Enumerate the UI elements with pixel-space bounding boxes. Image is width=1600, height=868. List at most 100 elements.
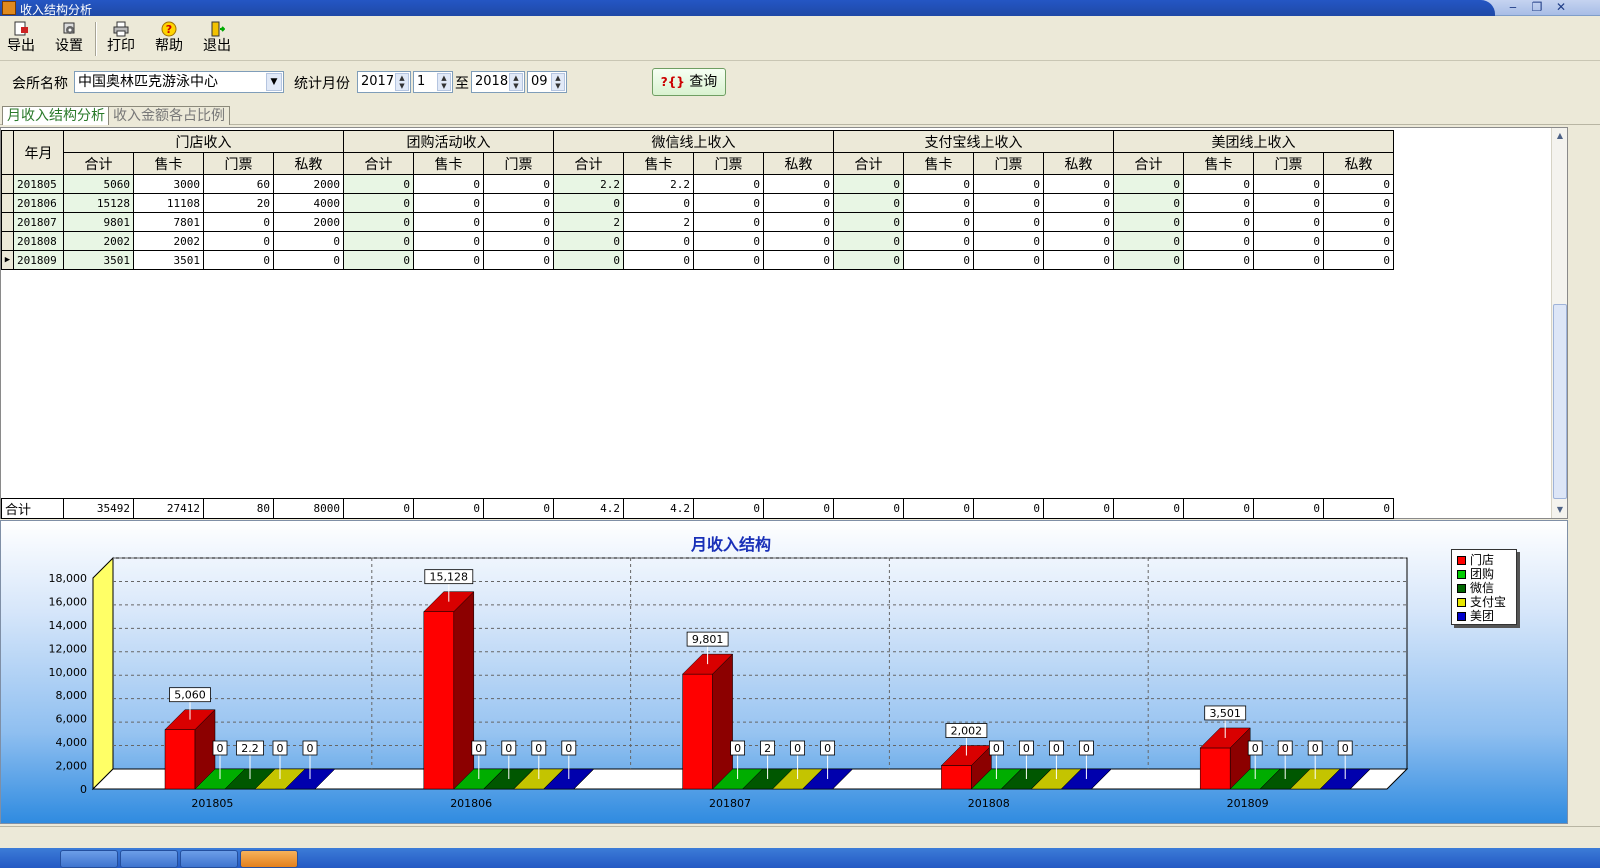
table-row[interactable]: 201807 9801 7801 0 2000 0 0 0 2 2 0 0 0 0 0 0 0 0 0 0 (1, 212, 1394, 232)
value-cell[interactable]: 0 (833, 174, 904, 194)
row-indicator[interactable] (1, 212, 14, 232)
value-cell[interactable]: 0 (973, 174, 1044, 194)
value-cell[interactable]: 0 (413, 193, 484, 213)
value-cell[interactable]: 11108 (133, 193, 204, 213)
value-cell[interactable]: 0 (413, 212, 484, 232)
value-cell[interactable]: 0 (833, 250, 904, 270)
value-cell[interactable]: 0 (1113, 174, 1184, 194)
value-cell[interactable]: 0 (693, 193, 764, 213)
value-cell[interactable]: 0 (763, 174, 834, 194)
value-cell[interactable]: 0 (903, 231, 974, 251)
value-cell[interactable]: 0 (763, 250, 834, 270)
value-cell[interactable]: 0 (1043, 193, 1114, 213)
taskbar-button[interactable] (180, 850, 238, 868)
scroll-up-icon[interactable]: ▲ (1554, 130, 1566, 142)
value-cell[interactable]: 0 (1183, 231, 1254, 251)
value-cell[interactable]: 0 (1043, 250, 1114, 270)
value-cell[interactable]: 20 (203, 193, 274, 213)
year-month-cell[interactable]: 201807 (13, 212, 64, 232)
value-cell[interactable]: 0 (1323, 174, 1394, 194)
value-cell[interactable]: 0 (693, 231, 764, 251)
value-cell[interactable]: 0 (763, 231, 834, 251)
taskbar-button-active[interactable] (240, 850, 298, 868)
from-month-spinner[interactable]: 1 ▲ ▼ (413, 71, 453, 93)
restore-button[interactable]: ❐ (1526, 0, 1548, 15)
spin-updown-icon[interactable]: ▲ ▼ (437, 73, 451, 91)
value-cell[interactable]: 0 (413, 250, 484, 270)
value-cell[interactable]: 0 (1043, 231, 1114, 251)
tab-monthly-structure[interactable]: 月收入结构分析 (2, 106, 110, 125)
value-cell[interactable]: 0 (413, 231, 484, 251)
year-month-cell[interactable]: 201809 (13, 250, 64, 270)
row-indicator[interactable] (1, 231, 14, 251)
taskbar-button[interactable] (120, 850, 178, 868)
value-cell[interactable]: 0 (1183, 174, 1254, 194)
scroll-down-icon[interactable]: ▼ (1554, 504, 1566, 516)
close-button[interactable]: ✕ (1550, 0, 1572, 15)
spin-updown-icon[interactable]: ▲ ▼ (509, 73, 523, 91)
value-cell[interactable]: 0 (973, 231, 1044, 251)
value-cell[interactable]: 0 (1253, 250, 1324, 270)
value-cell[interactable]: 0 (1113, 193, 1184, 213)
from-year-spinner[interactable]: 2017 ▲ ▼ (357, 71, 411, 93)
year-month-cell[interactable]: 201805 (13, 174, 64, 194)
value-cell[interactable]: 2002 (63, 231, 134, 251)
value-cell[interactable]: 0 (833, 193, 904, 213)
table-row[interactable]: 201805 5060 3000 60 2000 0 0 0 2.2 2.2 0 0 0 0 0 0 0 0 0 0 (1, 174, 1394, 194)
value-cell[interactable]: 0 (973, 193, 1044, 213)
value-cell[interactable]: 2002 (133, 231, 204, 251)
value-cell[interactable]: 2000 (273, 174, 344, 194)
table-row[interactable]: ▶ 201809 3501 3501 0 0 0 0 0 0 0 0 0 0 0 0 0 0 0 0 0 (1, 250, 1394, 270)
value-cell[interactable]: 0 (413, 174, 484, 194)
value-cell[interactable]: 0 (1043, 212, 1114, 232)
chevron-down-icon[interactable]: ▼ (266, 73, 282, 91)
value-cell[interactable]: 0 (1253, 212, 1324, 232)
row-indicator[interactable] (1, 193, 14, 213)
query-button[interactable]: ?{} 查询 (652, 68, 726, 96)
row-indicator[interactable]: ▶ (1, 250, 14, 270)
print-button[interactable]: 打印 (100, 21, 142, 59)
settings-button[interactable]: 设置 (48, 21, 90, 59)
value-cell[interactable]: 2000 (273, 212, 344, 232)
value-cell[interactable]: 0 (483, 212, 554, 232)
minimize-button[interactable]: ‒ (1502, 0, 1524, 15)
value-cell[interactable]: 0 (483, 193, 554, 213)
value-cell[interactable]: 0 (693, 174, 764, 194)
value-cell[interactable]: 0 (483, 174, 554, 194)
value-cell[interactable]: 0 (273, 231, 344, 251)
value-cell[interactable]: 2 (623, 212, 694, 232)
value-cell[interactable]: 0 (1113, 231, 1184, 251)
value-cell[interactable]: 0 (1043, 174, 1114, 194)
value-cell[interactable]: 0 (343, 250, 414, 270)
value-cell[interactable]: 0 (1253, 231, 1324, 251)
value-cell[interactable]: 0 (1183, 212, 1254, 232)
value-cell[interactable]: 0 (763, 193, 834, 213)
value-cell[interactable]: 0 (343, 174, 414, 194)
value-cell[interactable]: 0 (553, 231, 624, 251)
year-month-cell[interactable]: 201806 (13, 193, 64, 213)
table-row[interactable]: 201808 2002 2002 0 0 0 0 0 0 0 0 0 0 0 0 0 0 0 0 0 (1, 231, 1394, 251)
value-cell[interactable]: 0 (903, 250, 974, 270)
value-cell[interactable]: 0 (833, 231, 904, 251)
club-name-select[interactable]: 中国奥林匹克游泳中心 ▼ (74, 71, 284, 93)
value-cell[interactable]: 0 (1183, 250, 1254, 270)
value-cell[interactable]: 0 (973, 250, 1044, 270)
value-cell[interactable]: 0 (903, 174, 974, 194)
value-cell[interactable]: 2 (553, 212, 624, 232)
exit-button[interactable]: 退出 (196, 21, 238, 59)
spin-updown-icon[interactable]: ▲ ▼ (395, 73, 409, 91)
value-cell[interactable]: 0 (903, 212, 974, 232)
value-cell[interactable]: 0 (553, 193, 624, 213)
value-cell[interactable]: 3501 (133, 250, 204, 270)
value-cell[interactable]: 0 (1323, 250, 1394, 270)
value-cell[interactable]: 5060 (63, 174, 134, 194)
year-month-cell[interactable]: 201808 (13, 231, 64, 251)
value-cell[interactable]: 0 (553, 250, 624, 270)
value-cell[interactable]: 0 (763, 212, 834, 232)
value-cell[interactable]: 0 (903, 193, 974, 213)
spin-updown-icon[interactable]: ▲ ▼ (551, 73, 565, 91)
value-cell[interactable]: 0 (1113, 212, 1184, 232)
taskbar-button[interactable] (60, 850, 118, 868)
value-cell[interactable]: 3501 (63, 250, 134, 270)
value-cell[interactable]: 0 (203, 212, 274, 232)
